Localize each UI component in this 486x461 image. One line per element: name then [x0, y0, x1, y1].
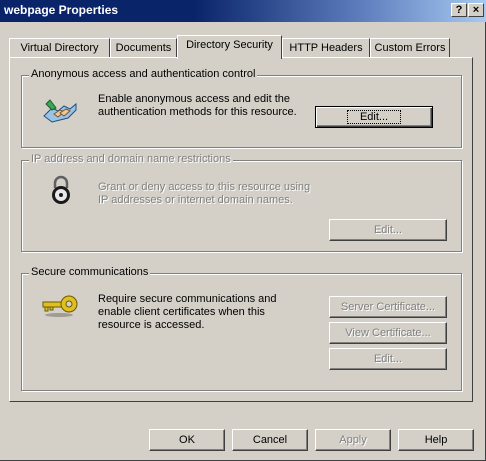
tab-http-headers[interactable]: HTTP Headers: [282, 38, 370, 58]
ip-edit-button[interactable]: Edit...: [329, 219, 447, 241]
view-certificate-button[interactable]: View Certificate...: [329, 322, 447, 344]
secure-communications-group: Secure communications Require secure com…: [21, 266, 462, 391]
secure-description-line2: enable client certificates when this: [98, 306, 265, 318]
cancel-button[interactable]: Cancel: [232, 429, 308, 451]
tab-virtual-directory[interactable]: Virtual Directory: [9, 38, 110, 58]
tab-panel: Anonymous access and authentication cont…: [9, 57, 473, 402]
tab-custom-errors[interactable]: Custom Errors: [370, 38, 450, 58]
help-button[interactable]: Help: [398, 429, 474, 451]
ip-description-line1: Grant or deny access to this resource us…: [98, 181, 311, 193]
anonymous-description-line2: authentication methods for this resource…: [98, 106, 297, 118]
key-icon: [42, 295, 78, 317]
ok-button[interactable]: OK: [149, 429, 225, 451]
secure-description-line3: resource is accessed.: [98, 319, 205, 331]
ip-description-line2: IP addresses or internet domain names.: [98, 194, 293, 206]
anonymous-access-group: Anonymous access and authentication cont…: [21, 68, 462, 148]
server-certificate-button[interactable]: Server Certificate...: [329, 296, 447, 318]
secure-edit-button[interactable]: Edit...: [329, 348, 447, 370]
secure-communications-legend: Secure communications: [29, 266, 151, 278]
properties-dialog: webpage Properties ? × Virtual Directory…: [0, 0, 486, 461]
ip-restrictions-legend: IP address and domain name restrictions: [29, 153, 233, 165]
anonymous-access-legend: Anonymous access and authentication cont…: [29, 68, 258, 80]
tab-directory-security[interactable]: Directory Security: [177, 35, 282, 59]
title-bar[interactable]: webpage Properties ? ×: [0, 0, 486, 22]
handshake-icon: [43, 99, 77, 123]
anonymous-edit-button[interactable]: Edit...: [315, 106, 433, 128]
ip-restrictions-group: IP address and domain name restrictions …: [21, 153, 462, 252]
secure-description-line1: Require secure communications and: [98, 293, 277, 305]
window-title: webpage Properties: [4, 3, 119, 17]
anonymous-description-line1: Enable anonymous access and edit the: [98, 93, 291, 105]
help-icon[interactable]: ?: [451, 3, 467, 17]
tab-documents[interactable]: Documents: [110, 38, 177, 58]
apply-button[interactable]: Apply: [315, 429, 391, 451]
anonymous-edit-label: Edit...: [346, 110, 402, 124]
close-icon[interactable]: ×: [468, 3, 484, 17]
padlock-icon: [52, 175, 70, 204]
